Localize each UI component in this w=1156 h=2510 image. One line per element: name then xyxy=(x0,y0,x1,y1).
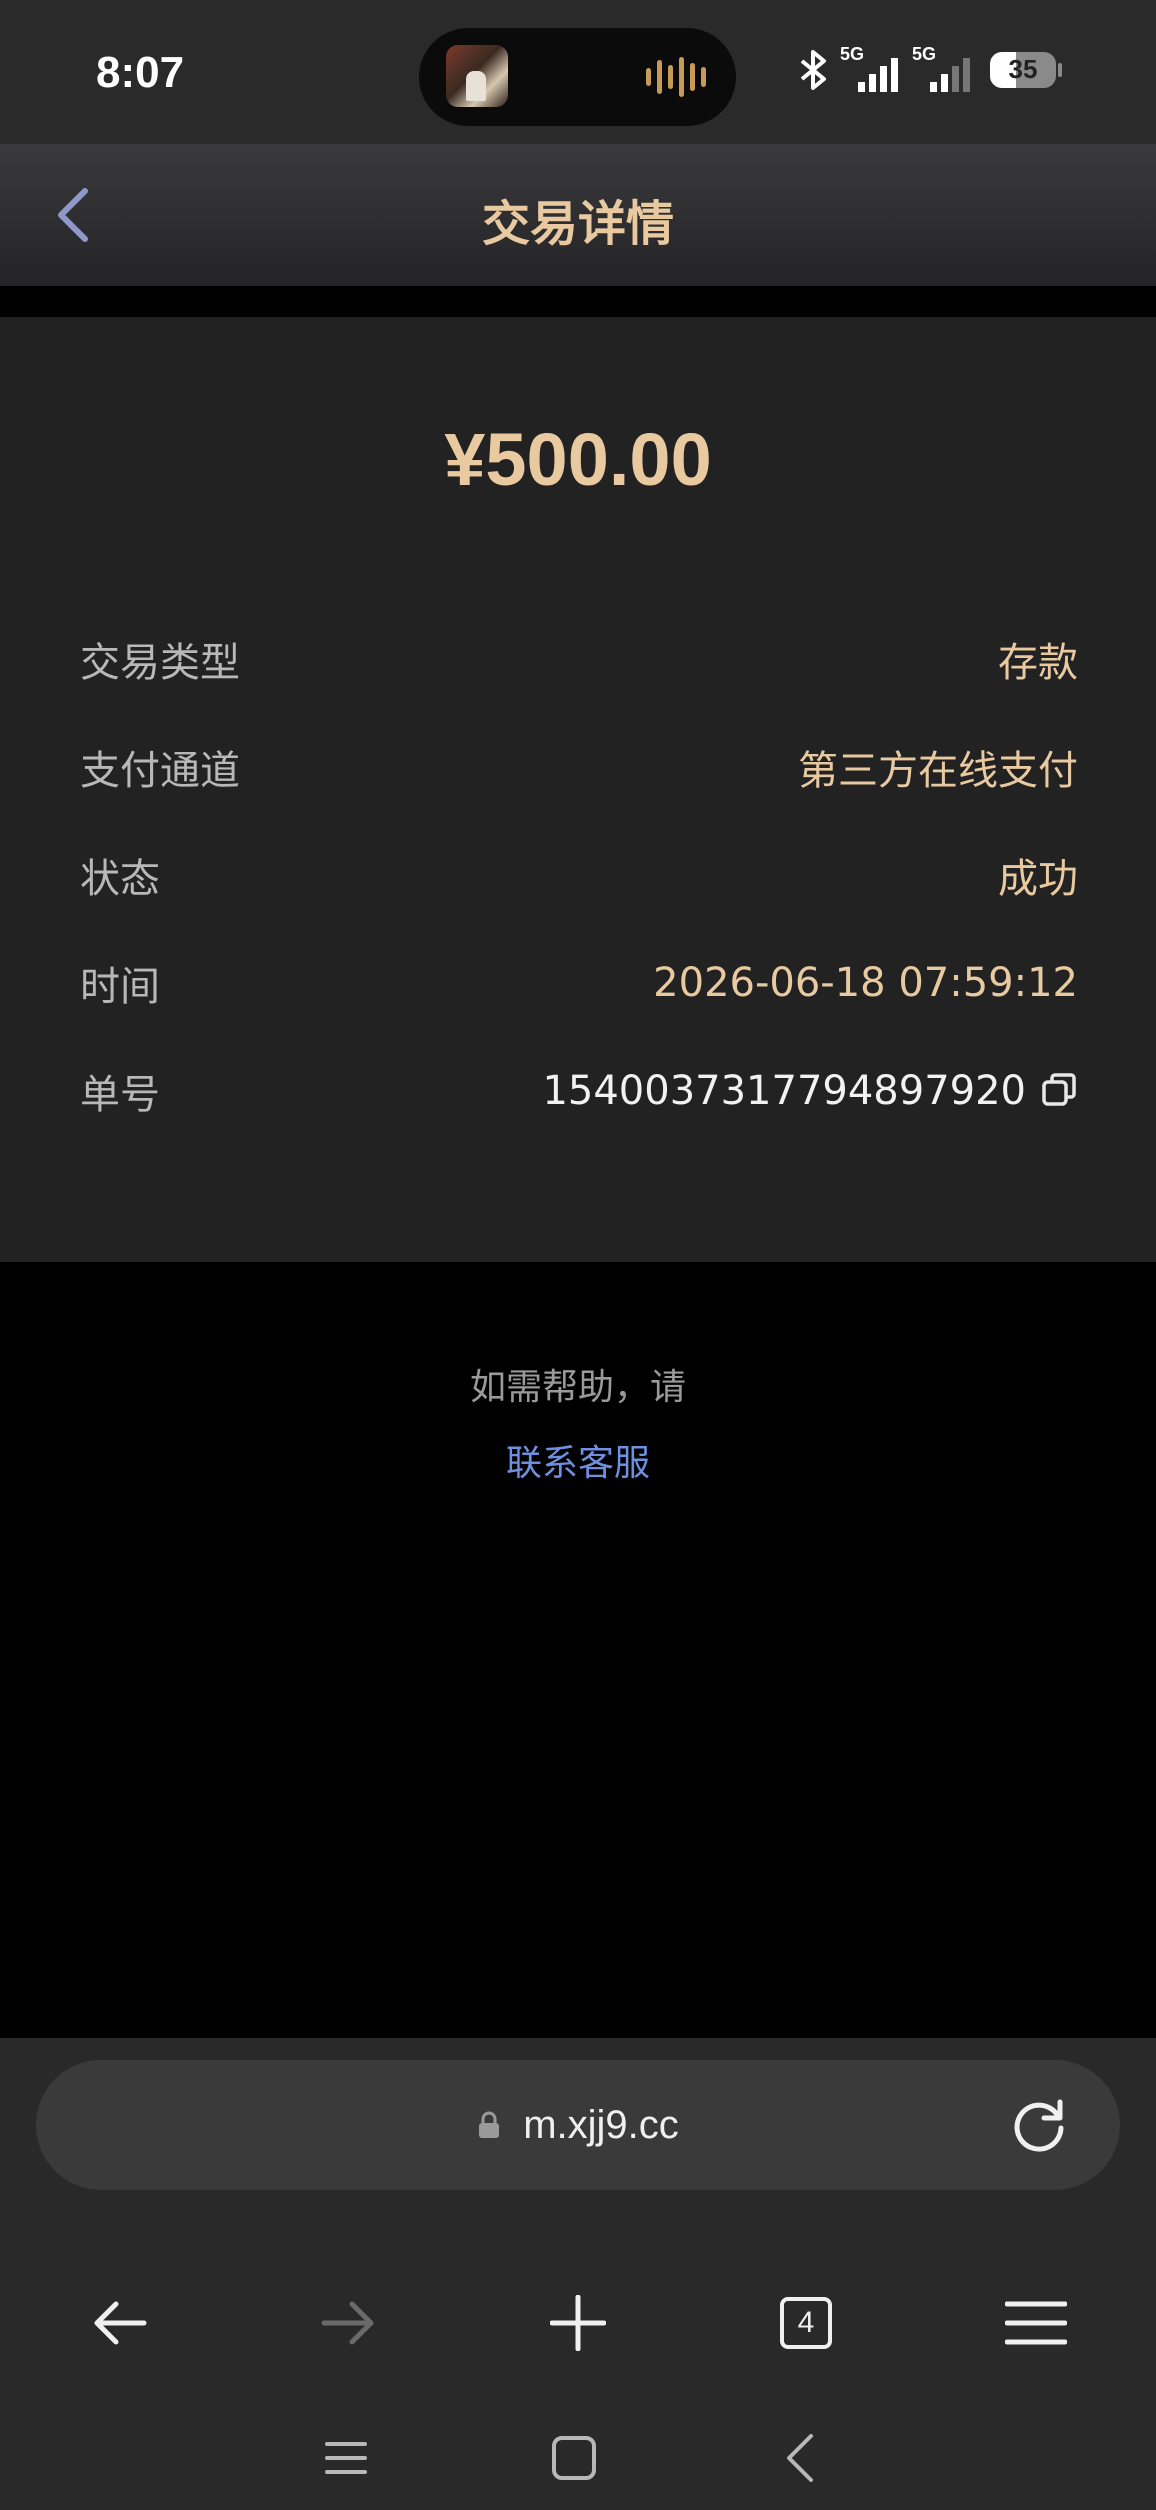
url-text: m.xjj9.cc xyxy=(523,2102,679,2147)
status-time: 8:07 xyxy=(96,48,185,97)
menu-button[interactable] xyxy=(976,2238,1096,2408)
bluetooth-icon xyxy=(800,50,826,90)
recent-apps-button[interactable] xyxy=(296,2406,396,2510)
home-icon xyxy=(552,2436,596,2480)
browser-forward-button[interactable] xyxy=(288,2238,408,2408)
page-title: 交易详情 xyxy=(481,196,674,252)
help-text: 如需帮助，请 xyxy=(469,1367,686,1408)
audio-wave-icon xyxy=(646,28,706,126)
media-thumbnail xyxy=(446,45,508,107)
new-tab-button[interactable] xyxy=(518,2238,638,2408)
order-number: 1540037317794897920 xyxy=(542,1068,1026,1114)
status-icons: 5G 5G 35 xyxy=(796,44,1062,92)
row-label: 时间 xyxy=(80,964,160,1010)
detail-row-order: 单号 1540037317794897920 xyxy=(80,1061,1078,1121)
detail-row-time: 时间 2026-06-18 07:59:12 xyxy=(80,953,1078,1013)
status-value: 成功 xyxy=(998,856,1078,902)
detail-row-channel: 支付通道 第三方在线支付 xyxy=(80,737,1078,797)
menu-icon xyxy=(1005,2301,1067,2345)
status-bar: 8:07 5G 5G 35 xyxy=(0,0,1156,144)
signal-icon-2: 5G xyxy=(912,44,974,92)
row-value: 2026-06-18 07:59:12 xyxy=(653,960,1078,1006)
row-label: 交易类型 xyxy=(80,640,240,686)
detail-row-status: 状态 成功 xyxy=(80,845,1078,905)
tabs-button[interactable]: 4 xyxy=(746,2238,866,2408)
plus-icon xyxy=(550,2295,606,2351)
reload-icon[interactable] xyxy=(1008,2094,1070,2156)
row-value: 第三方在线支付 xyxy=(798,748,1078,794)
row-label: 状态 xyxy=(80,856,160,902)
home-button[interactable] xyxy=(524,2406,624,2510)
browser-back-button[interactable] xyxy=(60,2238,180,2408)
forward-arrow-icon xyxy=(321,2301,374,2345)
row-value: 存款 xyxy=(998,640,1078,686)
back-arrow-icon xyxy=(94,2301,147,2345)
contact-support-link[interactable]: 联系客服 xyxy=(0,1434,1156,1486)
tabs-icon: 4 xyxy=(780,2297,832,2349)
chevron-left-icon xyxy=(787,2434,813,2482)
order-number-group: 1540037317794897920 xyxy=(542,1068,1078,1114)
system-back-button[interactable] xyxy=(750,2406,850,2510)
signal-icon-1: 5G xyxy=(840,44,902,92)
browser-bar: m.xjj9.cc 4 xyxy=(0,2038,1156,2510)
detail-row-type: 交易类型 存款 xyxy=(80,629,1078,689)
address-bar[interactable]: m.xjj9.cc xyxy=(36,2060,1120,2190)
browser-toolbar: 4 xyxy=(0,2238,1156,2408)
battery-icon: 35 xyxy=(990,52,1062,88)
copy-icon[interactable] xyxy=(1040,1072,1078,1110)
lock-icon xyxy=(479,2111,500,2138)
row-label: 支付通道 xyxy=(80,748,240,794)
transaction-amount: ¥500.00 xyxy=(444,418,712,501)
row-label: 单号 xyxy=(80,1072,160,1118)
nav-header: 交易详情 xyxy=(0,144,1156,286)
system-nav-bar xyxy=(0,2406,1156,2510)
transaction-detail-card: ¥500.00 交易类型 存款 支付通道 第三方在线支付 状态 成功 时间 20… xyxy=(0,317,1156,1262)
recents-icon xyxy=(325,2442,367,2474)
dynamic-island[interactable] xyxy=(419,28,736,126)
